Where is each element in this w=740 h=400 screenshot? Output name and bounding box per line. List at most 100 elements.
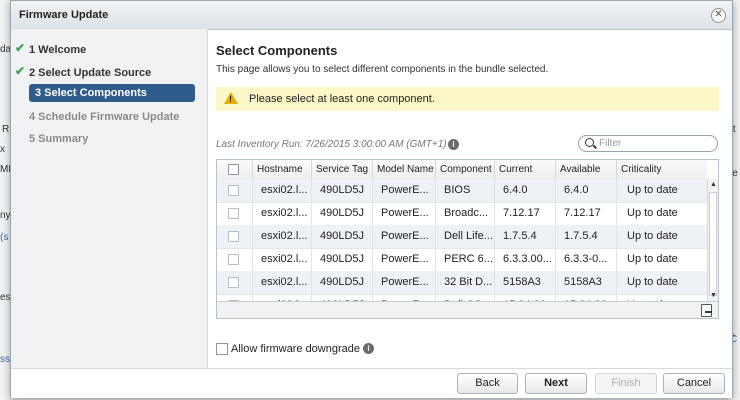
cell-model-name: PowerE... bbox=[373, 271, 436, 294]
table-row[interactable]: esxi02.l... 490LD5J PowerE... Broadc... 7.12… bbox=[217, 202, 707, 226]
table-row[interactable]: esxi02.l... 490LD5J PowerE... 32 Bit D... 51… bbox=[217, 271, 707, 295]
background-link: (s bbox=[0, 232, 9, 243]
cell-current: 1.7.5.4 bbox=[495, 225, 556, 248]
background-text: R bbox=[2, 124, 10, 135]
step-label: 5 Summary bbox=[29, 133, 89, 145]
cell-hostname: esxi02.l... bbox=[253, 248, 312, 271]
row-checkbox[interactable] bbox=[228, 254, 239, 265]
cell-current: 5158A3 bbox=[495, 271, 556, 294]
cell-available: 7.12.17 bbox=[556, 202, 617, 225]
cell-available: 5158A3 bbox=[556, 271, 617, 294]
search-icon bbox=[585, 138, 594, 147]
back-button[interactable]: Back bbox=[457, 373, 518, 394]
cell-hostname: esxi02.l... bbox=[253, 271, 312, 294]
cell-service-tag: 490LD5J bbox=[312, 294, 373, 301]
cell-hostname: esxi02.l... bbox=[253, 225, 312, 248]
cell-service-tag: 490LD5J bbox=[312, 202, 373, 225]
column-header-model-name[interactable]: Model Name bbox=[373, 160, 436, 179]
background-text: ny bbox=[0, 210, 11, 221]
cell-available: 6.4.0 bbox=[556, 179, 617, 202]
cell-criticality: Up to date bbox=[627, 253, 678, 265]
cancel-button[interactable]: Cancel bbox=[663, 373, 725, 394]
row-checkbox[interactable] bbox=[228, 231, 239, 242]
table-row[interactable]: esxi02.l... 490LD5J PowerE... PERC 6... 6.3.… bbox=[217, 248, 707, 272]
allow-downgrade-label[interactable]: Allow firmware downgrade bbox=[231, 343, 360, 355]
warning-icon-mark: ! bbox=[229, 94, 232, 104]
inventory-text: Last Inventory Run: 7/26/2015 3:00:00 AM… bbox=[216, 139, 447, 150]
row-checkbox[interactable] bbox=[228, 185, 239, 196]
cell-component: Dell Life... bbox=[436, 225, 495, 248]
table-row[interactable]: esxi02.l... 490LD5J PowerE... Dell Life... 1… bbox=[217, 225, 707, 249]
row-select-cell bbox=[217, 225, 253, 248]
export-icon[interactable] bbox=[701, 304, 712, 317]
dialog-footer: Back Next Finish Cancel bbox=[11, 368, 732, 398]
step-label: 2 Select Update Source bbox=[29, 67, 152, 79]
row-select-cell bbox=[217, 179, 253, 202]
step-label: 1 Welcome bbox=[29, 44, 87, 56]
cell-service-tag: 490LD5J bbox=[312, 179, 373, 202]
step-label: 4 Schedule Firmware Update bbox=[29, 111, 180, 123]
step-select-update-source[interactable]: ✔ 2 Select Update Source bbox=[15, 64, 201, 82]
step-summary: 5 Summary bbox=[29, 130, 201, 148]
scroll-down-icon[interactable]: ▼ bbox=[710, 292, 717, 299]
cell-model-name: PowerE... bbox=[373, 248, 436, 271]
cell-current: 6.4.0 bbox=[495, 179, 556, 202]
scroll-up-icon[interactable]: ▲ bbox=[710, 181, 717, 188]
table-footer bbox=[217, 301, 718, 318]
close-icon[interactable]: ✕ bbox=[711, 8, 726, 23]
row-select-cell bbox=[217, 248, 253, 271]
cell-criticality: Up to date bbox=[627, 207, 678, 219]
table-header: Hostname Service Tag Model Name Componen… bbox=[217, 160, 707, 180]
filter-box[interactable] bbox=[578, 135, 718, 152]
cell-component: BIOS bbox=[436, 179, 495, 202]
cell-component: Broadc... bbox=[436, 202, 495, 225]
cell-available: 1.7.5.4 bbox=[556, 225, 617, 248]
firmware-update-dialog: Firmware Update ✕ ✔ 1 Welcome ✔ 2 Select… bbox=[10, 0, 733, 398]
cell-criticality: Up to date bbox=[617, 294, 707, 301]
step-welcome[interactable]: ✔ 1 Welcome bbox=[15, 41, 201, 59]
column-header-hostname[interactable]: Hostname bbox=[253, 160, 312, 179]
row-select-cell bbox=[217, 271, 253, 294]
table-row[interactable]: esxi02.l... 490LD5J PowerE... BIOS 6.4.0 6.4.… bbox=[217, 179, 707, 203]
cell-hostname: esxi02.l... bbox=[253, 202, 312, 225]
column-header-service-tag[interactable]: Service Tag bbox=[312, 160, 373, 179]
background-app-left: da R x ME ny (s es ss bbox=[0, 0, 15, 400]
row-checkbox[interactable] bbox=[228, 208, 239, 219]
step-select-components[interactable]: 3 Select Components bbox=[29, 84, 195, 102]
cell-criticality: Up to date bbox=[627, 276, 678, 288]
cell-criticality: Up to date bbox=[627, 230, 678, 242]
next-button[interactable]: Next bbox=[525, 373, 587, 394]
page-subtitle: This page allows you to select different… bbox=[216, 64, 549, 75]
main-content: Select Components This page allows you t… bbox=[216, 29, 728, 369]
column-header-available[interactable]: Available bbox=[556, 160, 617, 179]
info-icon[interactable]: i bbox=[363, 343, 374, 354]
cell-available: 6.3.3-0... bbox=[556, 248, 617, 271]
warning-text: Please select at least one component. bbox=[249, 93, 435, 105]
cell-model-name: PowerE... bbox=[373, 179, 436, 202]
row-checkbox[interactable] bbox=[228, 277, 239, 288]
column-header-criticality[interactable]: Criticality bbox=[617, 160, 707, 179]
table-scrollbar[interactable]: ▲ ▼ bbox=[707, 179, 718, 301]
cell-model-name: PowerE... bbox=[373, 202, 436, 225]
cell-available: 15.04.00 bbox=[556, 294, 617, 301]
checkmark-icon: ✔ bbox=[15, 41, 26, 55]
cell-service-tag: 490LD5J bbox=[312, 271, 373, 294]
row-select-cell bbox=[217, 294, 253, 301]
step-schedule-firmware-update: 4 Schedule Firmware Update bbox=[29, 108, 201, 126]
info-icon[interactable]: i bbox=[448, 139, 459, 150]
background-text: es bbox=[0, 292, 11, 303]
column-header-current[interactable]: Current bbox=[495, 160, 556, 179]
table-row[interactable]: esxi02.l...490LD5JPowerE...Dell OS...15.… bbox=[217, 294, 707, 301]
select-all-checkbox[interactable] bbox=[228, 164, 239, 175]
cell-model-name: PowerE... bbox=[373, 294, 436, 301]
allow-downgrade-checkbox[interactable] bbox=[216, 343, 228, 355]
cell-hostname: esxi02.l... bbox=[253, 179, 312, 202]
column-header-component[interactable]: Component bbox=[436, 160, 495, 179]
components-table: Hostname Service Tag Model Name Componen… bbox=[216, 159, 719, 319]
scrollbar-thumb[interactable] bbox=[709, 192, 717, 296]
cell-service-tag: 490LD5J bbox=[312, 248, 373, 271]
cell-component: PERC 6... bbox=[436, 248, 495, 271]
cell-criticality: Up to date bbox=[627, 184, 678, 196]
filter-input[interactable] bbox=[599, 137, 709, 150]
background-link: ss bbox=[0, 354, 10, 365]
